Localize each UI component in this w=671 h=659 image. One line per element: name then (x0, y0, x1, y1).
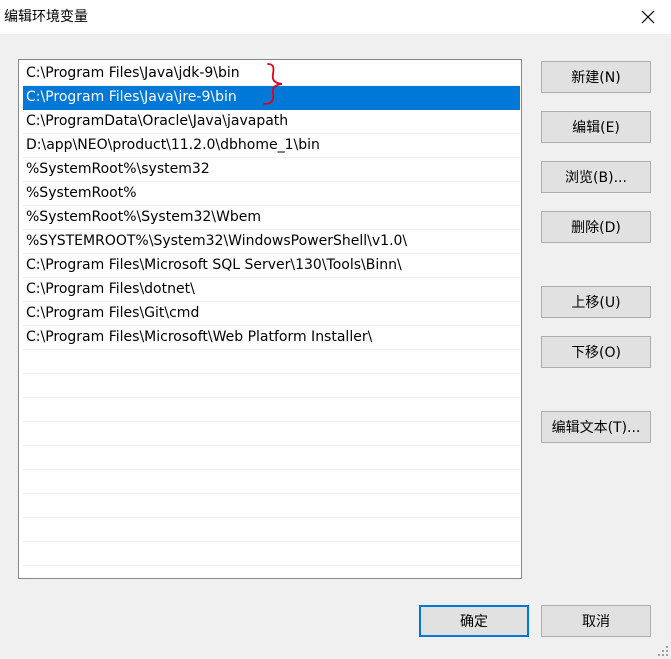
list-item[interactable]: %SystemRoot%\System32\Wbem (23, 206, 520, 230)
edit-button[interactable]: 编辑(E) (541, 111, 651, 143)
list-item[interactable]: C:\ProgramData\Oracle\Java\javapath (23, 110, 520, 134)
path-list[interactable]: C:\Program Files\Java\jdk-9\bin C:\Progra… (18, 59, 522, 579)
list-item[interactable]: C:\Program Files\dotnet\ (23, 278, 520, 302)
empty-list-row[interactable] (23, 398, 520, 422)
ok-button[interactable]: 确定 (419, 605, 529, 637)
edit-text-button[interactable]: 编辑文本(T)... (541, 411, 651, 443)
move-up-button[interactable]: 上移(U) (541, 286, 651, 318)
empty-list-row[interactable] (23, 422, 520, 446)
cancel-button[interactable]: 取消 (541, 605, 651, 637)
list-item[interactable]: C:\Program Files\Java\jre-9\bin (23, 86, 520, 110)
delete-button[interactable]: 删除(D) (541, 211, 651, 243)
close-icon (641, 10, 655, 24)
list-item[interactable]: %SYSTEMROOT%\System32\WindowsPowerShell\… (23, 230, 520, 254)
title-bar: 编辑环境变量 (0, 0, 671, 34)
window-title: 编辑环境变量 (4, 9, 88, 25)
list-item[interactable]: C:\Program Files\Microsoft SQL Server\13… (23, 254, 520, 278)
empty-list-row[interactable] (23, 518, 520, 542)
list-item[interactable]: D:\app\NEO\product\11.2.0\dbhome_1\bin (23, 134, 520, 158)
empty-list-row[interactable] (23, 374, 520, 398)
empty-list-row[interactable] (23, 542, 520, 566)
empty-list-row[interactable] (23, 470, 520, 494)
empty-list-row[interactable] (23, 350, 520, 374)
list-item[interactable]: %SystemRoot%\system32 (23, 158, 520, 182)
list-item[interactable]: C:\Program Files\Java\jdk-9\bin (23, 62, 520, 86)
list-item[interactable]: C:\Program Files\Git\cmd (23, 302, 520, 326)
move-down-button[interactable]: 下移(O) (541, 336, 651, 368)
close-button[interactable] (625, 0, 671, 34)
empty-list-row[interactable] (23, 494, 520, 518)
resize-grip-icon[interactable] (657, 645, 669, 657)
list-item[interactable]: C:\Program Files\Microsoft\Web Platform … (23, 326, 520, 350)
empty-list-row[interactable] (23, 446, 520, 470)
browse-button[interactable]: 浏览(B)... (541, 161, 651, 193)
new-button[interactable]: 新建(N) (541, 61, 651, 93)
list-item[interactable]: %SystemRoot% (23, 182, 520, 206)
